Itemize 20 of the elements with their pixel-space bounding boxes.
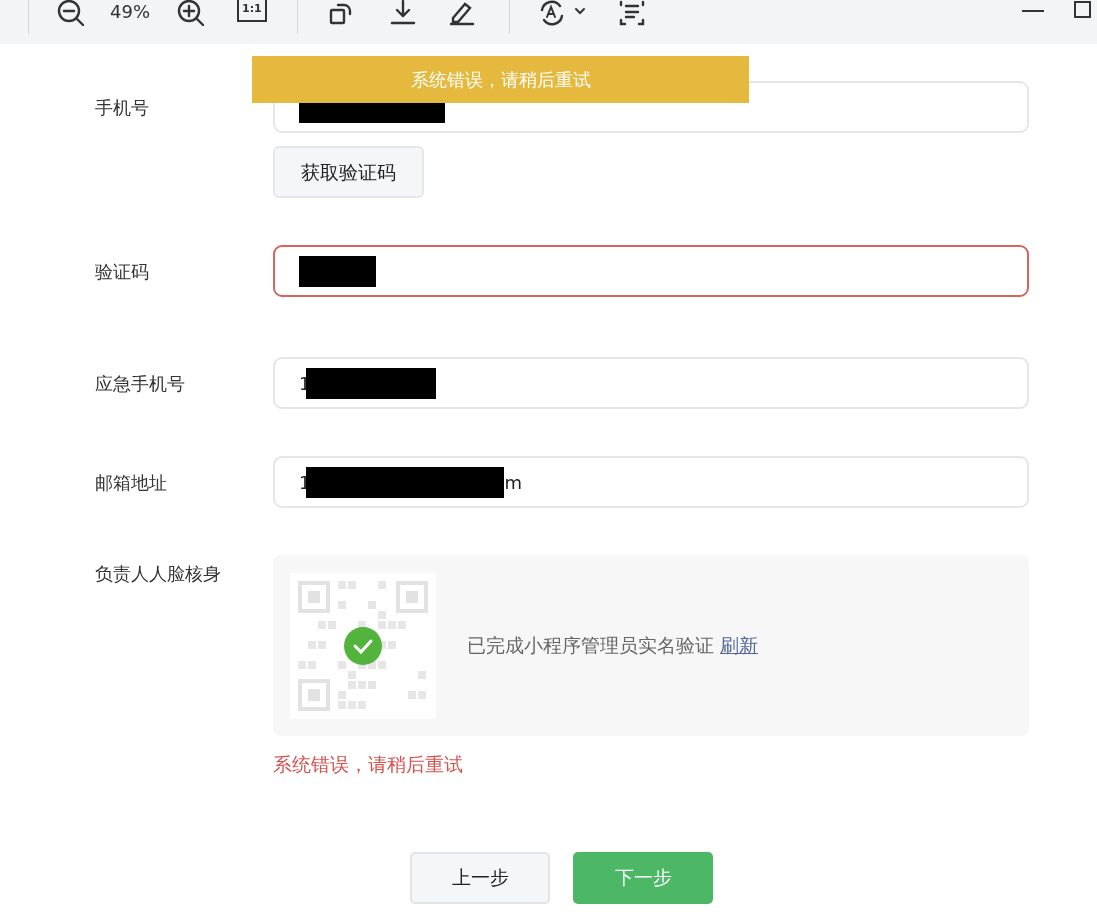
scan-text-icon[interactable]	[618, 0, 646, 26]
field-label: 应急手机号	[95, 371, 186, 396]
error-toast: 系统错误，请稍后重试	[252, 56, 749, 103]
refresh-link[interactable]: 刷新	[720, 634, 759, 657]
get-code-button[interactable]: 获取验证码	[273, 146, 424, 198]
back-button[interactable]: 上一步	[410, 851, 550, 904]
field-label: 负责人人脸核身	[95, 562, 222, 586]
field-label: 手机号	[95, 95, 150, 120]
actual-size-button[interactable]: 1:1	[237, 0, 267, 22]
zoom-out-icon[interactable]	[56, 0, 86, 26]
zoom-in-icon[interactable]	[176, 0, 206, 26]
error-message: 系统错误，请稍后重试	[273, 752, 464, 777]
field-label: 验证码	[95, 259, 150, 284]
field-label: 邮箱地址	[95, 470, 168, 495]
text-recognition-icon[interactable]	[538, 0, 588, 26]
zoom-level: 49%	[110, 0, 150, 24]
input-field[interactable]	[273, 245, 1029, 297]
verification-status: 已完成小程序管理员实名验证 刷新	[467, 633, 759, 659]
download-icon[interactable]	[389, 0, 417, 26]
pen-icon[interactable]	[448, 0, 476, 26]
